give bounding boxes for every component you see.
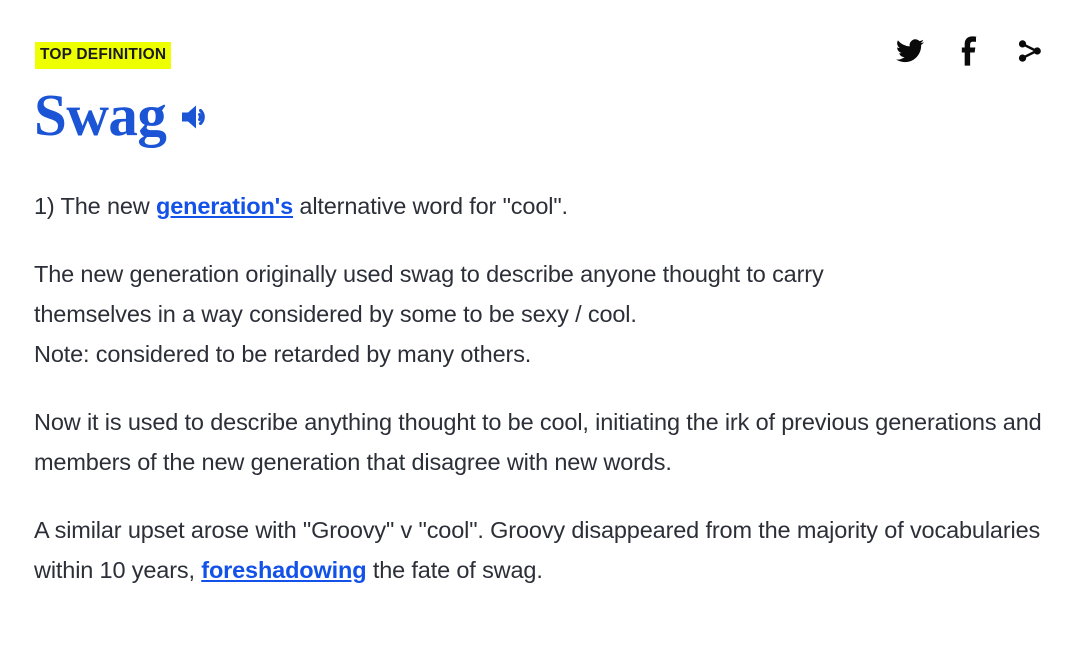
definition-line-1: 1) The new generation's alternative word… (34, 186, 1046, 226)
definition-line-1-suffix: alternative word for "cool". (293, 193, 568, 219)
definition-paragraph-2-line-3: Note: considered to be retarded by many … (34, 341, 532, 367)
social-share-bar (893, 34, 1047, 68)
page-title: Swag (34, 82, 167, 148)
definition-link-foreshadowing[interactable]: foreshadowing (201, 557, 366, 583)
definition-paragraph-2-line-1: The new generation originally used swag … (34, 261, 824, 287)
twitter-share-icon[interactable] (893, 34, 927, 68)
speaker-icon[interactable] (178, 100, 214, 134)
share-icon[interactable] (1013, 34, 1047, 68)
definition-paragraph-4-suffix: the fate of swag. (366, 557, 543, 583)
definition-body: 1) The new generation's alternative word… (34, 186, 1046, 590)
definition-paragraph-3: Now it is used to describe anything thou… (34, 409, 1042, 475)
definition-page: TOP DEFINITION Swag 1) The new generatio… (0, 0, 1080, 663)
definition-paragraph-4: A similar upset arose with "Groovy" v "c… (34, 510, 1046, 590)
page-header: TOP DEFINITION (0, 0, 1080, 95)
definition-paragraph-2-line-2: themselves in a way considered by some t… (34, 301, 637, 327)
definition-line-1-prefix: 1) The new (34, 193, 157, 219)
word-title-row: Swag (34, 86, 214, 145)
definition-paragraph-2: The new generation originally used swag … (34, 254, 1046, 374)
facebook-share-icon[interactable] (953, 34, 987, 68)
top-definition-badge: TOP DEFINITION (35, 42, 172, 69)
definition-link-generations[interactable]: generation's (156, 193, 293, 219)
